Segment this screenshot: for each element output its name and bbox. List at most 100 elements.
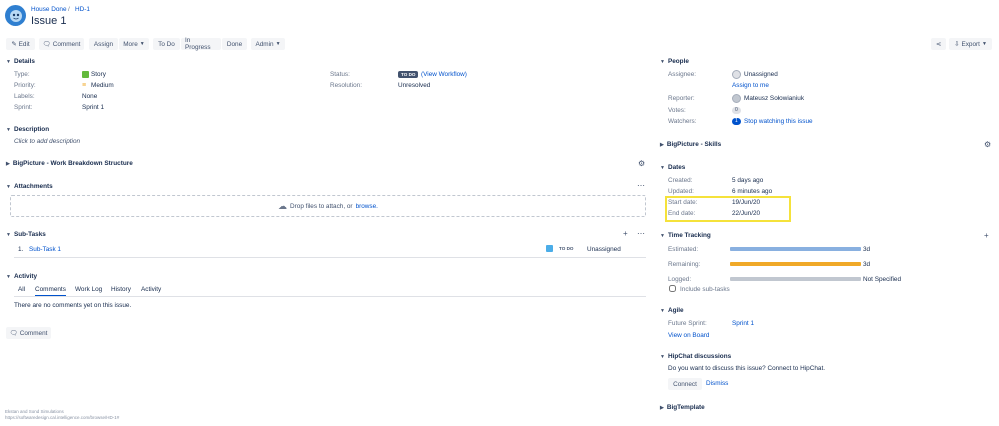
more-options-icon[interactable]: ⋯ (637, 181, 645, 190)
more-label: More (123, 40, 138, 48)
skills-heading: BigPicture - Skills (666, 141, 722, 148)
comment-button[interactable]: 🗨 Comment (39, 38, 84, 50)
in-progress-label: In Progress (185, 37, 211, 51)
gear-icon[interactable]: ⚙ (638, 159, 645, 168)
add-subtask-icon[interactable]: + (623, 229, 628, 238)
cloud-upload-icon: ☁ (278, 200, 288, 211)
description-field[interactable]: Click to add description (14, 138, 80, 145)
bigtemplate-heading: BigTemplate (666, 404, 705, 411)
unassigned-avatar-icon (732, 70, 741, 79)
include-subtasks-checkbox[interactable] (669, 285, 676, 292)
edit-label: Edit (18, 40, 30, 48)
resolution-label: Resolution: (330, 82, 362, 89)
connect-button[interactable]: Connect (668, 378, 702, 390)
gear-icon[interactable]: ⚙ (984, 140, 991, 149)
attachment-dropzone[interactable]: ☁ Drop files to attach, or browse. (10, 195, 646, 217)
description-toggle[interactable]: ▼ Description (6, 126, 49, 133)
subtasks-toggle[interactable]: ▼ Sub-Tasks (6, 231, 46, 238)
edit-button[interactable]: ✎ Edit (6, 38, 35, 50)
priority-value[interactable]: Medium (91, 82, 114, 89)
details-toggle[interactable]: ▼ Details (6, 58, 35, 65)
chevron-down-icon: ▼ (6, 183, 11, 190)
export-button[interactable]: ⇩ Export ▼ (949, 38, 992, 50)
logged-value: Not Specified (863, 276, 902, 283)
sprint-value[interactable]: Sprint 1 (82, 104, 104, 111)
todo-label: To Do (158, 40, 175, 48)
footer-text: Ekstan and Sond Simulations (5, 409, 64, 414)
subtask-status-badge[interactable]: TO DO (559, 246, 573, 251)
in-progress-button[interactable]: In Progress (181, 37, 221, 51)
project-avatar[interactable] (5, 5, 26, 26)
people-toggle[interactable]: ▼ People (660, 58, 689, 65)
tab-work-log[interactable]: Work Log (75, 286, 102, 293)
add-comment-button[interactable]: 🗨 Comment (6, 327, 51, 339)
status-label: Status: (330, 71, 350, 78)
view-on-board-link[interactable]: View on Board (668, 332, 709, 339)
tab-history[interactable]: History (111, 286, 131, 293)
chevron-down-icon: ▼ (660, 353, 665, 360)
status-badge[interactable]: TO DO (398, 71, 419, 78)
time-tracking-toggle[interactable]: ▼ Time Tracking (660, 232, 711, 239)
reporter-avatar (732, 94, 741, 103)
end-date-label: End date: (668, 210, 696, 217)
bigtemplate-toggle[interactable]: ▶ BigTemplate (660, 404, 705, 411)
activity-tabs-divider (14, 296, 646, 297)
done-button[interactable]: Done (222, 38, 247, 50)
reporter-value[interactable]: Mateusz Sołowianiuk (744, 95, 804, 102)
activity-toggle[interactable]: ▼ Activity (6, 273, 37, 280)
future-sprint-label: Future Sprint: (668, 320, 707, 327)
labels-value[interactable]: None (82, 93, 97, 100)
wbs-toggle[interactable]: ▶ BigPicture - Work Breakdown Structure (6, 160, 133, 167)
browse-link[interactable]: browse. (356, 203, 378, 210)
start-date-value[interactable]: 19/Jun/20 (732, 199, 760, 206)
attachments-toggle[interactable]: ▼ Attachments (6, 183, 53, 190)
admin-button[interactable]: Admin ▼ (251, 38, 285, 50)
pencil-icon: ✎ (11, 41, 17, 48)
agile-toggle[interactable]: ▼ Agile (660, 307, 684, 314)
type-value[interactable]: Story (91, 71, 106, 78)
breadcrumb-separator: / (68, 6, 70, 13)
subtask-type-icon (546, 245, 553, 252)
share-button[interactable]: ⋖ (931, 38, 946, 50)
view-workflow-link[interactable]: (View Workflow) (421, 71, 467, 78)
estimated-bar-track (730, 247, 861, 251)
priority-label: Priority: (14, 82, 36, 89)
future-sprint-link[interactable]: Sprint 1 (732, 320, 754, 327)
more-options-icon[interactable]: ⋯ (637, 229, 645, 238)
dismiss-link[interactable]: Dismiss (706, 380, 728, 387)
share-icon: ⋖ (935, 41, 942, 48)
assign-label: Assign (93, 40, 114, 48)
tab-all[interactable]: All (18, 286, 25, 293)
time-tracking-heading: Time Tracking (667, 232, 711, 239)
stop-watching-link[interactable]: Stop watching this issue (744, 118, 813, 125)
assign-to-me-link[interactable]: Assign to me (732, 82, 769, 89)
created-value: 5 days ago (732, 177, 764, 184)
dates-toggle[interactable]: ▼ Dates (660, 164, 685, 171)
watchers-count-badge[interactable]: 1 (732, 118, 741, 125)
page-title: Issue 1 (31, 15, 67, 27)
logged-label: Logged: (668, 276, 692, 283)
assign-button[interactable]: Assign (89, 38, 118, 50)
include-subtasks-label[interactable]: Include sub-tasks (680, 286, 730, 293)
priority-medium-icon: ≡ (82, 82, 87, 89)
hipchat-toggle[interactable]: ▼ HipChat discussions (660, 353, 731, 360)
subtask-link[interactable]: Sub-Task 1 (29, 246, 61, 253)
more-button[interactable]: More ▼ (119, 38, 149, 50)
breadcrumb-issue[interactable]: HD-1 (75, 6, 90, 13)
chevron-right-icon: ▶ (6, 160, 10, 167)
end-date-value[interactable]: 22/Jun/20 (732, 210, 760, 217)
votes-count-badge[interactable]: 0 (732, 107, 741, 114)
footer-url: https://softwaredesign.cal.intelligence.… (5, 415, 120, 420)
skills-toggle[interactable]: ▶ BigPicture - Skills (660, 141, 721, 148)
tab-activity[interactable]: Activity (141, 286, 161, 293)
resolution-value: Unresolved (398, 82, 431, 89)
breadcrumb-project[interactable]: House Done (31, 6, 67, 13)
add-comment-label: Comment (19, 329, 48, 337)
attachments-heading: Attachments (13, 183, 53, 190)
admin-label: Admin (255, 40, 274, 48)
watchers-label: Watchers: (668, 118, 697, 125)
todo-button[interactable]: To Do (153, 38, 180, 50)
chevron-down-icon: ▼ (275, 41, 281, 47)
assignee-value[interactable]: Unassigned (744, 71, 778, 78)
add-time-icon[interactable]: + (984, 231, 989, 240)
